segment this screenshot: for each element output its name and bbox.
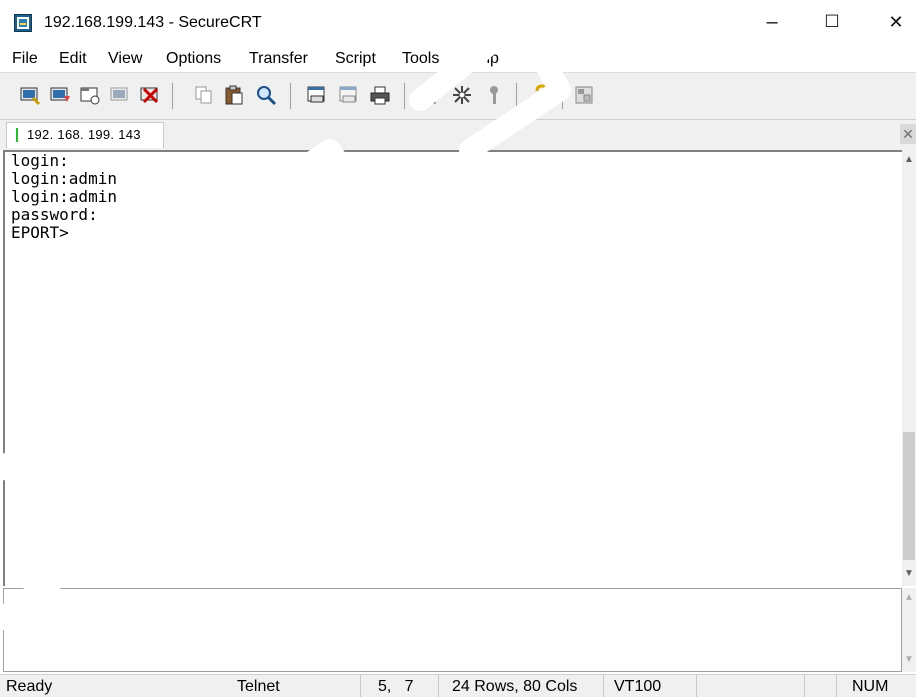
status-terminal-size: 24 Rows, 80 Cols [452,678,578,695]
status-num-lock: NUM [852,678,889,695]
close-tab-icon: ✕ [902,126,914,142]
menu-file[interactable]: File [12,49,38,69]
terminal-scrollbar[interactable]: ▲ ▼ [902,150,916,586]
connect-in-tab-button[interactable] [78,83,102,107]
terminal-line: password: [11,205,98,224]
maximize-icon: ☐ [824,12,840,31]
status-divider [836,675,837,697]
find-button[interactable] [254,83,278,107]
menu-transfer[interactable]: Transfer [249,49,308,69]
copy-button[interactable] [192,83,216,107]
keymap-button[interactable] [482,83,506,107]
scrollbar-thumb[interactable] [903,432,915,560]
status-emulation: VT100 [614,678,662,695]
sftp-icon [575,86,593,104]
disconnect-button[interactable] [138,83,162,107]
status-divider [804,675,805,697]
close-icon: ✕ [888,11,904,32]
input-pane-scrollbar[interactable]: ▲ ▼ [902,588,916,672]
print-setup-icon [307,86,325,103]
help-button[interactable] [530,83,554,107]
status-divider [603,675,604,697]
disconnect-icon [140,87,159,104]
status-divider [360,675,361,697]
status-protocol: Telnet [237,678,280,695]
sftp-button[interactable] [572,83,596,107]
close-tab-button[interactable]: ✕ [900,124,916,144]
command-input-pane[interactable] [3,588,902,672]
maximize-button[interactable]: ☐ [812,8,852,36]
terminal-line: login:admin [11,187,117,206]
toolbar-separator [290,83,291,109]
toolbar [0,72,916,120]
scroll-down-icon[interactable]: ▼ [902,654,916,665]
status-ready: Ready [6,678,53,695]
terminal-line: login:admin [11,169,117,188]
terminal-line: EPORT> [11,223,69,242]
session-tab-label: 192. 168. 199. 143 [27,127,141,142]
status-divider [438,675,439,697]
session-options-button[interactable] [416,83,440,107]
title-bar[interactable]: 192.168.199.143 - SecureCRT – ☐ ✕ [0,0,916,46]
status-divider [696,675,697,697]
menu-edit[interactable]: Edit [59,49,87,69]
terminal-output[interactable]: login: login:admin login:admin password:… [3,150,902,586]
copy-icon [195,86,212,104]
session-tab[interactable]: 192. 168. 199. 143 [6,122,164,148]
quick-connect-button[interactable] [48,83,72,107]
scroll-up-icon[interactable]: ▲ [902,154,916,165]
toolbar-separator [172,83,173,109]
connect-in-tab-icon [80,87,100,105]
status-cursor-position: 5, 7 [378,678,414,695]
toolbar-separator [516,83,517,109]
reconnect-button[interactable] [108,83,132,107]
window-title: 192.168.199.143 - SecureCRT [44,14,262,31]
status-bar: Ready Telnet 5, 7 24 Rows, 80 Cols VT100… [0,674,916,697]
print-icon [370,86,390,105]
menu-tools[interactable]: Tools [402,49,439,69]
keymap-icon [490,86,498,104]
connect-button[interactable] [18,83,42,107]
terminal-line: login: [11,151,69,170]
connection-status-indicator [16,128,18,142]
menu-view[interactable]: View [108,49,142,69]
paste-icon [225,85,243,105]
connect-icon [20,87,41,106]
find-icon [257,86,277,106]
toolbar-separator [404,83,405,109]
print-selection-button[interactable] [336,83,360,107]
menu-options[interactable]: Options [166,49,221,69]
scroll-up-icon[interactable]: ▲ [902,592,916,603]
securecrt-app-icon[interactable] [14,14,32,32]
menu-help[interactable]: Help [466,49,499,69]
print-button[interactable] [368,83,392,107]
global-options-icon [453,86,471,104]
scroll-down-icon[interactable]: ▼ [902,568,916,579]
minimize-icon: – [766,10,778,33]
menu-script[interactable]: Script [335,49,376,69]
session-options-icon [419,87,438,104]
paste-button[interactable] [222,83,246,107]
menu-bar: File Edit View Options Transfer Script T… [0,46,916,72]
print-setup-button[interactable] [304,83,328,107]
close-button[interactable]: ✕ [876,8,916,36]
session-tab-strip: 192. 168. 199. 143 ✕ [0,120,916,150]
toolbar-separator [562,83,563,109]
minimize-button[interactable]: – [752,8,792,36]
quick-connect-icon [50,87,70,102]
help-icon [535,84,549,105]
global-options-button[interactable] [450,83,474,107]
reconnect-icon [110,87,128,101]
print-selection-icon [339,86,357,103]
